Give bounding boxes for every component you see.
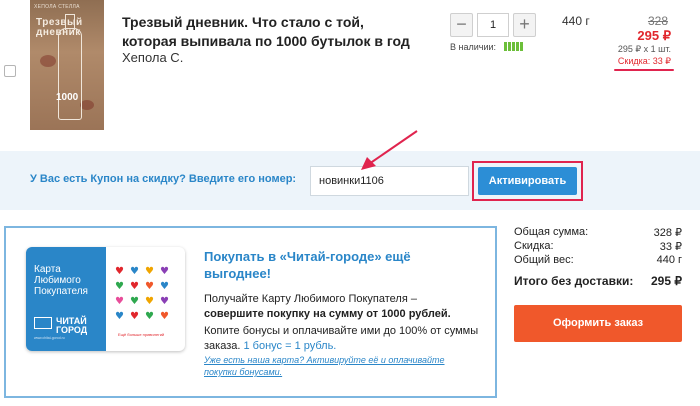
summary-label: Скидка: — [514, 240, 554, 252]
unit-price: 295 ₽ х 1 шт. — [617, 44, 671, 54]
cover-stain — [80, 100, 94, 110]
loyalty-card-image: Карта Любимого Покупателя ЧИТАЙ ГОРОД ww… — [26, 247, 185, 351]
heart-icon: ♥ — [145, 281, 154, 292]
checkout-button[interactable]: Оформить заказ — [514, 305, 682, 342]
cover-stain — [40, 55, 56, 67]
old-price: 328 — [647, 14, 668, 28]
stock-bar — [512, 42, 515, 51]
product-weight: 440 г — [562, 14, 590, 28]
discount-amount: Скидка: 33 ₽ — [617, 56, 671, 66]
current-price: 295 ₽ — [637, 28, 671, 43]
annotation-highlight-box: Активировать — [472, 161, 583, 201]
cover-author: ХЕПОЛА СТЕЛЛА — [34, 4, 80, 10]
activate-coupon-button[interactable]: Активировать — [478, 167, 577, 195]
stock-level-indicator — [504, 42, 523, 51]
heart-icon: ♥ — [130, 311, 139, 322]
annotation-underline — [614, 69, 674, 71]
summary-value: 328 ₽ — [653, 227, 682, 239]
card-name-line: Покупателя — [34, 286, 88, 297]
summary-value: 440 г — [656, 254, 682, 266]
heart-icon: ♥ — [160, 296, 169, 307]
stock-label: В наличии: — [450, 42, 497, 52]
quantity-decrease-button[interactable]: − — [450, 13, 473, 37]
card-name-line: Карта — [34, 264, 61, 275]
summary-label: Общий вес: — [514, 254, 574, 266]
promo-text-card-bold: совершите покупку на сумму от 1000 рубле… — [204, 308, 451, 320]
stock-bar — [508, 42, 511, 51]
loyalty-card-promo: Карта Любимого Покупателя ЧИТАЙ ГОРОД ww… — [4, 226, 497, 398]
heart-icon: ♥ — [115, 296, 124, 307]
heart-icon: ♥ — [160, 281, 169, 292]
product-author: Хепола С. — [122, 50, 184, 65]
heart-icon: ♥ — [130, 281, 139, 292]
quantity-input[interactable]: 1 — [477, 13, 509, 37]
stock-bar — [516, 42, 519, 51]
heart-icon: ♥ — [130, 266, 139, 277]
card-logo-text: ЧИТАЙ ГОРОД — [56, 317, 87, 335]
total-value: 295 ₽ — [651, 274, 682, 288]
card-site: www.chitai-gorod.ru — [34, 336, 65, 340]
promo-text-bonus-rate: 1 бонус = 1 рубль. — [243, 340, 337, 352]
card-slogan: Ещё больше привилегий — [118, 332, 165, 337]
heart-icon: ♥ — [115, 266, 124, 277]
activate-card-link[interactable]: Уже есть наша карта? Активируйте её и оп… — [204, 354, 474, 378]
heart-icon: ♥ — [160, 266, 169, 277]
quantity-stepper: − 1 + — [450, 13, 536, 37]
promo-title: Покупать в «Читай-городе» ещё выгоднее! — [204, 249, 411, 281]
card-logo-icon — [34, 317, 52, 329]
promo-text-card-start: Получайте Карту Любимого Покупателя – — [204, 293, 417, 305]
promo-text-bonus: Копите бонусы и оплачивайте ими до 100% … — [204, 324, 479, 354]
stock-bar — [504, 42, 507, 51]
promo-text-card: Получайте Карту Любимого Покупателя – со… — [204, 292, 479, 322]
heart-icon: ♥ — [145, 311, 154, 322]
heart-icon: ♥ — [160, 311, 169, 322]
heart-icon: ♥ — [130, 296, 139, 307]
coupon-section: У Вас есть Купон на скидку? Введите его … — [0, 151, 700, 210]
card-name-line: Любимого — [34, 275, 81, 286]
cover-title: Трезвый дневник — [36, 17, 83, 38]
summary-label: Общая сумма: — [514, 226, 589, 238]
card-logo-line: ГОРОД — [56, 325, 88, 335]
heart-icon: ♥ — [115, 311, 124, 322]
stock-bar — [520, 42, 523, 51]
heart-icon: ♥ — [145, 266, 154, 277]
heart-icon: ♥ — [115, 281, 124, 292]
cover-number: 1000 — [56, 92, 79, 103]
quantity-increase-button[interactable]: + — [513, 13, 536, 37]
cover-bottle — [58, 28, 82, 120]
card-name: Карта Любимого Покупателя — [34, 264, 88, 297]
book-cover-image[interactable]: ХЕПОЛА СТЕЛЛА Трезвый дневник 1000 — [30, 0, 104, 130]
product-title-link[interactable]: Трезвый дневник. Что стало с той, котора… — [122, 13, 422, 51]
select-item-checkbox[interactable] — [4, 65, 16, 77]
summary-value: 33 ₽ — [659, 241, 682, 253]
annotation-arrow — [361, 130, 418, 170]
total-label: Итого без доставки: — [514, 274, 634, 288]
heart-icon: ♥ — [145, 296, 154, 307]
coupon-label: У Вас есть Купон на скидку? Введите его … — [30, 173, 297, 185]
